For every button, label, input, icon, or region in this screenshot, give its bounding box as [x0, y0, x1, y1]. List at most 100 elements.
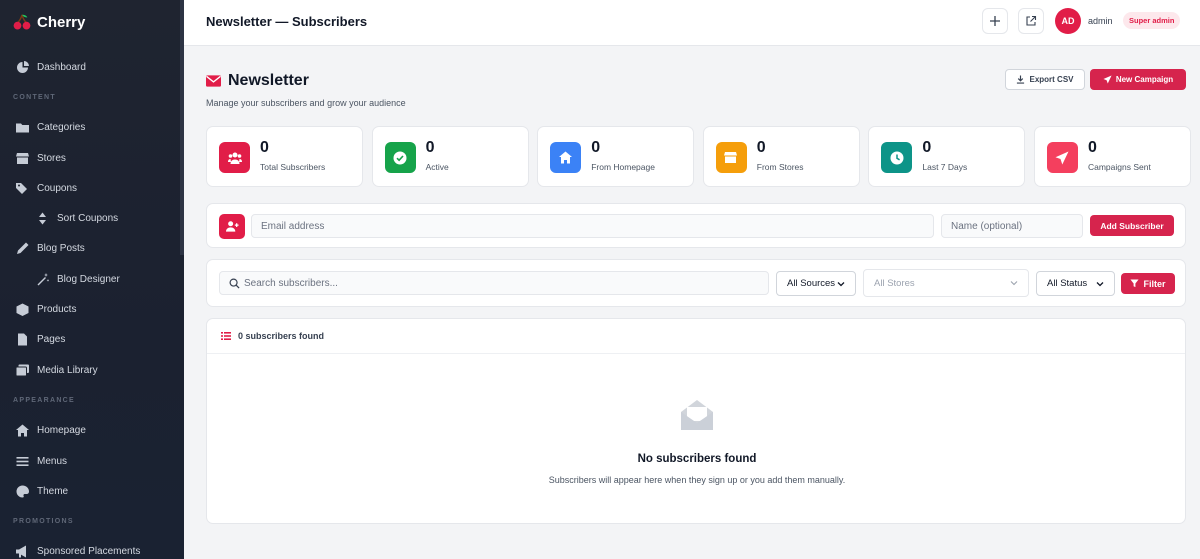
sidebar-item-label: Homepage [37, 425, 86, 437]
envelope-icon [206, 75, 221, 87]
envelope-open-icon [681, 400, 713, 430]
search-box[interactable] [219, 271, 769, 295]
sidebar-item-media-library[interactable]: Media Library [0, 355, 184, 385]
role-badge: Super admin [1123, 12, 1181, 29]
sidebar-item-label: Blog Designer [57, 273, 120, 285]
clock-icon [890, 151, 904, 164]
sidebar-section-label: CONTENT [13, 93, 56, 101]
store-select[interactable]: All Stores [863, 269, 1029, 297]
stat-card: 0 From Homepage [537, 126, 695, 187]
list-header: 0 subscribers found [207, 319, 1185, 354]
subscriber-count: 0 subscribers found [238, 331, 325, 341]
folder-icon [16, 123, 29, 133]
header-title: Newsletter — Subscribers [206, 14, 368, 29]
empty-state-title: No subscribers found [637, 453, 757, 465]
add-button[interactable] [982, 8, 1008, 34]
page-title: Newsletter [228, 72, 309, 89]
stat-icon-wrap [384, 142, 416, 173]
stat-value: 0 [756, 139, 766, 156]
open-site-button[interactable] [1018, 8, 1044, 34]
plus-icon [990, 16, 1000, 26]
stat-card: 0 Active [371, 126, 529, 187]
stat-label: Campaigns Sent [1087, 162, 1151, 172]
pen-icon [17, 242, 29, 255]
main-content: Newsletter Manage your subscribers and g… [184, 47, 1200, 559]
stat-value: 0 [425, 139, 435, 156]
sidebar-item-label: Dashboard [37, 61, 86, 73]
sidebar-item-label: Blog Posts [37, 243, 85, 255]
stat-card: 0 Total Subscribers [206, 126, 363, 187]
export-csv-button[interactable]: Export CSV [1005, 69, 1085, 90]
chevron-down-icon [1096, 281, 1104, 286]
paper-plane-icon [1103, 75, 1112, 84]
bars-icon [16, 456, 29, 466]
sidebar-item-pages[interactable]: Pages [0, 325, 184, 355]
sidebar-item-blog-posts[interactable]: Blog Posts [0, 234, 184, 264]
sidebar-item-theme[interactable]: Theme [0, 476, 184, 506]
tags-icon [16, 182, 27, 194]
store-icon [16, 152, 29, 164]
stat-value: 0 [591, 139, 601, 156]
sidebar-item-blog-designer[interactable]: Blog Designer [0, 264, 184, 294]
sort-icon [39, 212, 46, 225]
sidebar-section-label: APPEARANCE [13, 396, 76, 404]
sidebar-item-label: Pages [37, 334, 66, 346]
brand[interactable]: Cherry [0, 0, 184, 44]
images-icon [16, 364, 29, 377]
status-select[interactable]: All Status [1036, 271, 1115, 296]
stat-value: 0 [922, 139, 932, 156]
stat-card: 0 Campaigns Sent [1033, 126, 1191, 187]
sidebar-item-menus[interactable]: Menus [0, 446, 184, 476]
check-circle-icon [393, 151, 407, 164]
name-input[interactable] [941, 214, 1083, 238]
status-select-value: All Status [1047, 278, 1088, 289]
stat-label: Last 7 Days [922, 162, 968, 172]
stat-icon-wrap [881, 142, 913, 173]
add-subscriber-form: Add Subscriber [206, 203, 1186, 248]
sidebar-item-label: Menus [37, 455, 68, 467]
avatar[interactable]: AD [1055, 8, 1081, 34]
export-csv-label: Export CSV [1029, 75, 1074, 84]
sidebar-item-label: Coupons [37, 182, 78, 194]
empty-state-subtitle: Subscribers will appear here when they s… [548, 475, 846, 485]
source-select[interactable]: All Sources [776, 271, 856, 296]
home-icon [558, 151, 572, 163]
stat-icon-wrap [715, 142, 747, 173]
search-input[interactable] [244, 272, 764, 294]
filter-button[interactable]: Filter [1121, 273, 1175, 294]
stat-icon-wrap [550, 142, 582, 173]
sidebar-item-label: Media Library [37, 364, 98, 376]
file-icon [18, 333, 27, 346]
megaphone-icon [16, 545, 26, 558]
search-icon [229, 278, 240, 289]
dashboard-icon [17, 60, 29, 73]
external-link-icon [1026, 15, 1037, 26]
sidebar-item-dashboard[interactable]: Dashboard [0, 52, 184, 82]
stat-value: 0 [1087, 139, 1097, 156]
sidebar-item-products[interactable]: Products [0, 294, 184, 324]
sidebar-item-label: Stores [37, 152, 66, 164]
download-icon [1017, 75, 1025, 84]
funnel-icon [1130, 279, 1140, 288]
sidebar-item-coupons[interactable]: Coupons [0, 173, 184, 203]
stat-label: From Homepage [591, 162, 655, 172]
sidebar-item-sponsored-placements[interactable]: Sponsored Placements [0, 537, 184, 559]
email-input[interactable] [251, 214, 934, 238]
sidebar-item-categories[interactable]: Categories [0, 113, 184, 143]
sidebar-item-homepage[interactable]: Homepage [0, 416, 184, 446]
sidebar-item-sort-coupons[interactable]: Sort Coupons [0, 203, 184, 233]
new-campaign-button[interactable]: New Campaign [1090, 69, 1186, 90]
palette-icon [16, 485, 29, 498]
store-select-value: All Stores [874, 277, 915, 289]
store-icon [724, 151, 738, 163]
source-select-value: All Sources [787, 278, 836, 289]
filter-label: Filter [1143, 278, 1166, 289]
sidebar-item-stores[interactable]: Stores [0, 143, 184, 173]
stat-label: Total Subscribers [260, 162, 326, 172]
subscribers-list: 0 subscribers found No subscribers found… [206, 318, 1186, 524]
user-name[interactable]: admin [1088, 16, 1113, 26]
add-subscriber-button[interactable]: Add Subscriber [1090, 215, 1174, 236]
box-icon [16, 303, 29, 317]
user-plus-icon [219, 214, 245, 239]
stat-icon-wrap [219, 142, 250, 173]
